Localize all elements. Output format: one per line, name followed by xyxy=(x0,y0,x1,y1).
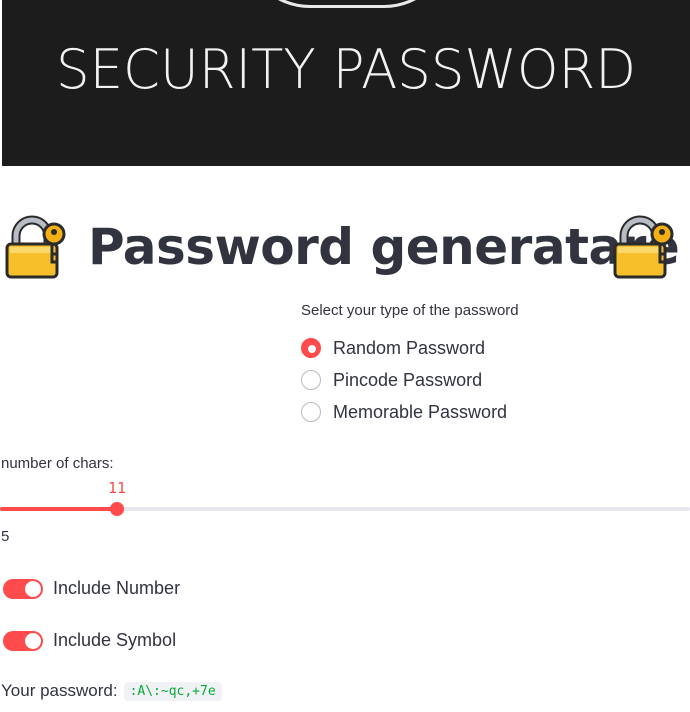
radio-button-checked[interactable] xyxy=(301,338,321,358)
radio-button[interactable] xyxy=(301,370,321,390)
chars-slider-label: number of chars: xyxy=(1,455,114,472)
toggle-knob xyxy=(25,632,41,649)
radio-option-label: Pincode Password xyxy=(333,369,483,390)
include-number-toggle[interactable] xyxy=(3,578,43,599)
chars-slider-track[interactable] xyxy=(0,507,690,511)
password-result-row: Your password: :A\:~qc,+7e xyxy=(1,681,222,701)
password-result-label: Your password: xyxy=(1,681,118,700)
page-title: Password generatare xyxy=(88,218,680,276)
banner-title: SECURITY PASSWORD xyxy=(56,38,636,101)
banner-arc-decoration xyxy=(242,0,452,8)
toggle-knob xyxy=(25,580,41,597)
password-type-radio-group: Select your type of the password Random … xyxy=(301,302,519,428)
chars-slider-min-label: 5 xyxy=(1,528,10,545)
include-symbol-label: Include Symbol xyxy=(53,630,177,650)
radio-option-label: Random Password xyxy=(333,337,486,358)
chars-slider-fill xyxy=(0,507,117,511)
radio-memorable-password[interactable]: Memorable Password xyxy=(301,396,519,428)
include-number-label: Include Number xyxy=(53,578,181,598)
lock-with-key-icon xyxy=(5,215,66,279)
include-number-toggle-row[interactable]: Include Number xyxy=(3,578,180,599)
generated-password-code: :A\:~qc,+7e xyxy=(123,681,222,701)
radio-button[interactable] xyxy=(301,402,321,422)
chars-slider-thumb[interactable] xyxy=(110,502,124,516)
radio-pincode-password[interactable]: Pincode Password xyxy=(301,364,519,396)
lock-with-key-icon xyxy=(613,215,674,279)
include-symbol-toggle[interactable] xyxy=(3,630,43,651)
title-row: Password generatare xyxy=(0,208,690,288)
header-banner-image: SECURITY PASSWORD xyxy=(2,0,690,166)
password-type-label: Select your type of the password xyxy=(301,302,519,319)
include-symbol-toggle-row[interactable]: Include Symbol xyxy=(3,630,176,651)
radio-random-password[interactable]: Random Password xyxy=(301,332,519,364)
chars-slider-value: 11 xyxy=(107,479,127,497)
radio-option-label: Memorable Password xyxy=(333,401,508,422)
